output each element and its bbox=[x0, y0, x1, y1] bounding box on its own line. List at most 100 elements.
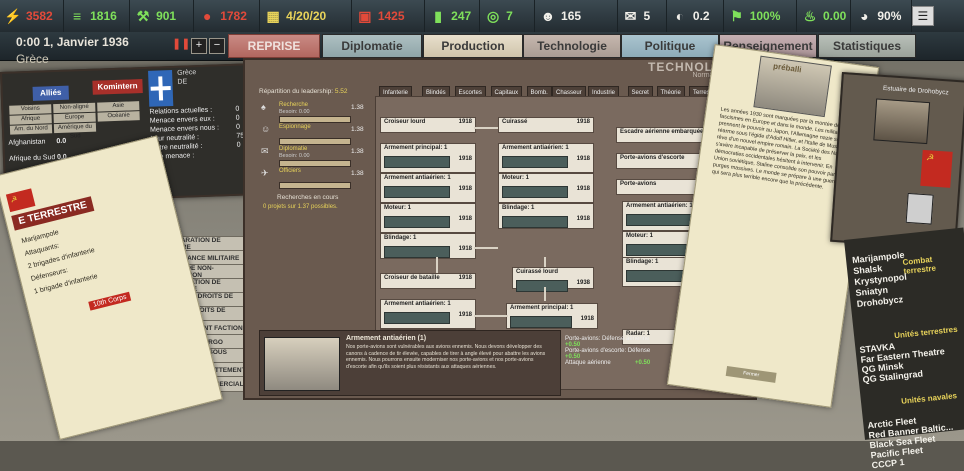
stat-label: Relations actuelles : bbox=[149, 106, 213, 116]
spy-icon: ☺ bbox=[261, 124, 271, 134]
filter-4[interactable]: Europe bbox=[53, 112, 96, 124]
tech-connector bbox=[474, 127, 498, 129]
reprise-button[interactable]: REPRISE bbox=[228, 34, 320, 58]
filter-0[interactable]: Voisins bbox=[9, 104, 52, 115]
tech-node-title: Armement antiaérien: 1 bbox=[384, 175, 451, 181]
menu-icon: ☰ bbox=[917, 9, 929, 23]
resource-dissent[interactable]: ♨ 0.00 bbox=[797, 0, 852, 32]
resource-value: 7 bbox=[506, 9, 513, 23]
battle-unit: 10th Corps bbox=[88, 291, 132, 311]
resource-diplomacy[interactable]: ✉ 5 bbox=[618, 0, 667, 32]
tech-node-year: 1918 bbox=[580, 316, 594, 322]
resource-spy[interactable]: ◐ 0.2 bbox=[667, 0, 724, 32]
tech-node[interactable]: Armement antiaérien: 1 1918 bbox=[498, 143, 594, 173]
filter-3[interactable]: Afrique bbox=[9, 114, 52, 125]
greece-sub: DE bbox=[177, 78, 188, 86]
tab-politique[interactable]: Politique bbox=[621, 34, 719, 58]
tech-node[interactable]: Armement principal: 1 1918 bbox=[506, 303, 598, 329]
resource-energy[interactable]: ⚡ 3582 bbox=[0, 0, 65, 32]
stat-value: 0 bbox=[236, 141, 241, 149]
tech-node-title: Croiseur lourd bbox=[384, 119, 426, 125]
country-name: Grèce bbox=[16, 52, 49, 66]
resource-unity[interactable]: ⚑ 100% bbox=[724, 0, 797, 32]
tab-statistiques[interactable]: Statistiques bbox=[818, 34, 916, 58]
flag-icon: ⚑ bbox=[730, 7, 743, 24]
tech-node-year: 1918 bbox=[458, 186, 472, 192]
filter-7[interactable]: Amérique du Sud bbox=[53, 122, 97, 140]
pause-button[interactable]: ❚❚ bbox=[172, 38, 190, 52]
envelope-icon: ✉ bbox=[624, 7, 637, 24]
tech-node-title: Moteur: 1 bbox=[384, 205, 411, 211]
leadership-slider[interactable] bbox=[279, 116, 351, 123]
tech-node-title: Porte-avions bbox=[620, 181, 657, 187]
resource-supplies[interactable]: ▣ 1425 bbox=[352, 0, 426, 32]
tech-progress bbox=[384, 186, 450, 198]
tech-node[interactable]: Cuirassé 1918 bbox=[498, 117, 594, 133]
tab-production[interactable]: Production bbox=[423, 34, 523, 58]
tech-node[interactable]: Armement antiaérien: 1 1918 bbox=[380, 173, 476, 203]
slow-down-button[interactable]: − bbox=[209, 38, 225, 54]
tech-node[interactable]: Cuirassé lourd 1938 bbox=[512, 267, 594, 292]
filter-5[interactable]: Océanie bbox=[97, 111, 140, 122]
filter-2[interactable]: Asie bbox=[97, 101, 140, 112]
tech-node[interactable]: Moteur: 1 1918 bbox=[380, 203, 476, 233]
tech-node-year: 1918 bbox=[458, 275, 472, 281]
tech-node[interactable]: Croiseur de bataille 1918 bbox=[380, 273, 476, 289]
tech-node[interactable]: Blindage: 1 1918 bbox=[498, 203, 594, 229]
tech-node-title: Blindage: 1 bbox=[626, 259, 659, 265]
barrel-icon: ▮ bbox=[434, 7, 442, 24]
tech-node[interactable]: Moteur: 1 1918 bbox=[498, 173, 594, 203]
country-row[interactable]: Afghanistan bbox=[8, 138, 45, 146]
resource-value: 1816 bbox=[90, 9, 117, 23]
tech-connector bbox=[436, 257, 438, 273]
tech-node[interactable]: Armement principal: 1 1918 bbox=[380, 143, 476, 173]
tech-node[interactable]: Armement antiaérien: 1 1918 bbox=[380, 299, 476, 329]
resource-value: 90% bbox=[877, 9, 902, 23]
tech-node[interactable]: Croiseur lourd 1918 bbox=[380, 117, 476, 133]
greece-label: Grèce bbox=[177, 69, 197, 77]
tech-node-year: 1918 bbox=[458, 216, 472, 222]
leadership-slider[interactable] bbox=[279, 182, 351, 189]
tech-node-title: Armement principal: 1 bbox=[384, 145, 448, 151]
main-menu-button[interactable]: ☰ bbox=[911, 6, 934, 26]
tab-technologie[interactable]: Technologie bbox=[523, 34, 621, 58]
stat-value: 0 bbox=[235, 105, 240, 113]
filter-6[interactable]: Am. du Nord bbox=[9, 124, 53, 135]
faction-allies[interactable]: Alliés bbox=[32, 85, 70, 101]
tech-node-title: Armement principal: 1 bbox=[510, 305, 574, 311]
detail-title: Armement antiaérien (1) bbox=[346, 335, 427, 342]
tech-node-title: Armement antiaérien: 1 bbox=[626, 203, 693, 209]
faction-komintern[interactable]: Komintern bbox=[92, 79, 143, 95]
resource-value: 901 bbox=[156, 9, 177, 23]
leadership-slider[interactable] bbox=[279, 160, 351, 167]
resource-rare[interactable]: ⚒ 901 bbox=[130, 0, 195, 32]
leadership-value: 1.38 bbox=[351, 148, 364, 155]
oil-drop-icon: ● bbox=[202, 8, 212, 24]
flame-icon: ♨ bbox=[803, 7, 817, 24]
tab-diplomatie[interactable]: Diplomatie bbox=[322, 34, 422, 58]
pie-icon: ◕ bbox=[860, 8, 869, 24]
resource-fuel[interactable]: ▮ 247 bbox=[425, 0, 481, 32]
resource-value: 0.2 bbox=[692, 9, 710, 23]
detail-text: Nos porte-avions sont vulnérables aux av… bbox=[346, 344, 546, 370]
speed-up-button[interactable]: + bbox=[191, 38, 207, 54]
tech-node[interactable]: Blindage: 1 1918 bbox=[380, 233, 476, 259]
resource-oil[interactable]: ● 1782 bbox=[194, 0, 261, 32]
resource-manpower[interactable]: ☻ 165 bbox=[535, 0, 618, 32]
spy-icon: ◐ bbox=[675, 8, 685, 24]
news-close-button[interactable]: Fermer bbox=[725, 365, 777, 383]
leadership-value: 1.38 bbox=[351, 126, 364, 133]
filter-1[interactable]: Non-aligné bbox=[53, 102, 96, 114]
stat-label: Menace envers eux : bbox=[149, 115, 215, 125]
leadership-value: 1.38 bbox=[351, 104, 364, 111]
resource-support[interactable]: ◕ 90% bbox=[851, 0, 912, 32]
resource-metal[interactable]: ≡ 1816 bbox=[64, 0, 131, 32]
tech-detail: Armement antiaérien (1) Nos porte-avions… bbox=[259, 330, 561, 396]
tech-progress bbox=[384, 216, 450, 228]
leadership-slider[interactable] bbox=[279, 138, 351, 145]
resource-ic[interactable]: ▦ 4/20/20 bbox=[260, 0, 352, 32]
tech-progress bbox=[626, 244, 694, 256]
officer-icon: ✈ bbox=[261, 168, 269, 178]
resource-money[interactable]: ◎ 7 bbox=[480, 0, 536, 32]
tech-node-year: 1918 bbox=[576, 216, 590, 222]
